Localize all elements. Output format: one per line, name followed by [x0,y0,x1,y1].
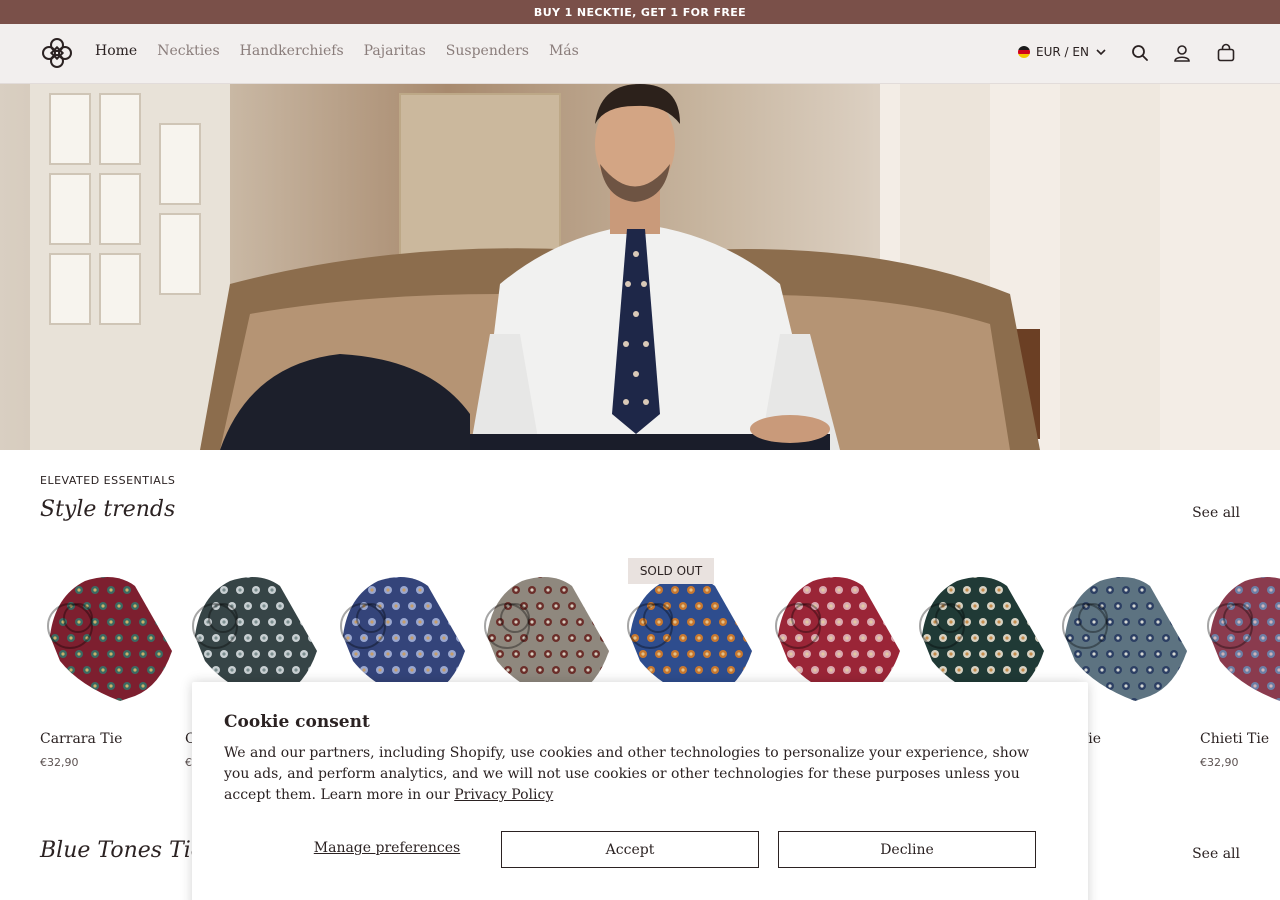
product-card[interactable]: Carrara Tie €32,90 [40,556,177,769]
flag-icon [1018,46,1030,58]
chevron-down-icon [1096,49,1106,56]
hero-illustration [30,84,1280,450]
cookie-body-text: We and our partners, including Shopify, … [224,745,1030,803]
announcement-text: BUY 1 NECKTIE, GET 1 FOR FREE [533,5,747,19]
site-header: Home Neckties Handkerchiefs Pajaritas Su… [0,24,1280,84]
account-icon[interactable] [1172,43,1192,63]
nav-item-more[interactable]: Más [549,43,579,59]
main-nav: Home Neckties Handkerchiefs Pajaritas Su… [95,43,579,59]
privacy-policy-link[interactable]: Privacy Policy [454,787,553,803]
nav-item-home[interactable]: Home [95,43,137,59]
product-name: Carrara Tie [40,731,123,747]
nav-item-neckties[interactable]: Neckties [157,43,219,59]
locale-selector[interactable]: EUR / EN [1018,45,1107,59]
cart-icon[interactable] [1216,43,1236,63]
announcement-bar: BUY 1 NECKTIE, GET 1 FOR FREE [0,0,1280,24]
manage-preferences-button[interactable]: Manage preferences [262,840,512,862]
section-title-blue-tones: Blue Tones Ties [40,838,216,863]
locale-label: EUR / EN [1036,45,1089,59]
nav-item-pajaritas[interactable]: Pajaritas [364,43,426,59]
see-all-blue-tones-link[interactable]: See all [1192,846,1240,862]
accept-button[interactable]: Accept [501,831,759,868]
section-title-style-trends: Style trends [40,497,176,522]
logo-icon[interactable] [40,36,74,70]
cookie-title: Cookie consent [224,712,370,732]
nav-item-handkerchiefs[interactable]: Handkerchiefs [240,43,344,59]
hero-image [0,84,1280,450]
search-icon[interactable] [1130,43,1150,63]
product-image [47,577,172,701]
decline-button[interactable]: Decline [778,831,1036,868]
cookie-consent-dialog: Cookie consent We and our partners, incl… [192,682,1088,900]
nav-item-suspenders[interactable]: Suspenders [446,43,529,59]
product-image [1207,577,1280,701]
cookie-body: We and our partners, including Shopify, … [224,743,1054,806]
product-name: Chieti Tie [1200,731,1270,747]
section-eyebrow: ELEVATED ESSENTIALS [40,474,176,487]
product-card[interactable]: Chieti Tie €32,90 [1200,556,1280,769]
product-price: €32,90 [40,756,79,769]
product-price: €32,90 [1200,756,1239,769]
product-price: € [185,756,192,769]
sold-out-badge: SOLD OUT [628,558,714,584]
see-all-style-trends-link[interactable]: See all [1192,505,1240,521]
